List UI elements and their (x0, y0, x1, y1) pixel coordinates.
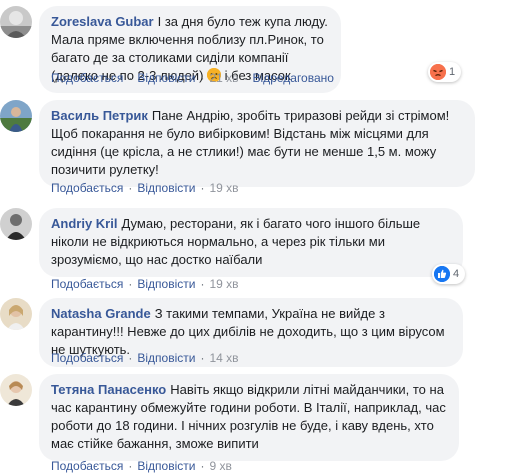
reaction-count: 4 (453, 268, 460, 280)
comment-bubble: Andriy Kril Думаю, ресторани, як і багато… (39, 208, 463, 277)
comment-author[interactable]: Zoreslava Gubar (51, 14, 154, 29)
comment-author[interactable]: Василь Петрик (51, 108, 148, 123)
comment-time[interactable]: 19 хв (209, 277, 238, 291)
like-link[interactable]: Подобається (51, 71, 123, 85)
reaction-badge[interactable]: 1 (428, 62, 462, 82)
comment-author[interactable]: Natasha Grande (51, 306, 151, 321)
comment-author[interactable]: Тетяна Панасенко (51, 382, 166, 397)
comment-actions: Подобається · Відповісти · 19 хв (51, 277, 239, 291)
like-link[interactable]: Подобається (51, 277, 123, 291)
reply-link[interactable]: Відповісти (137, 181, 195, 195)
like-link[interactable]: Подобається (51, 459, 123, 473)
comment-time[interactable]: 14 хв (209, 351, 238, 365)
comment-actions: Подобається · Відповісти · 19 хв (51, 181, 239, 195)
edited-link[interactable]: Відредаговано (253, 71, 334, 85)
like-link[interactable]: Подобається (51, 181, 123, 195)
comment-actions: Подобається · Відповісти · 21 хв · Відредагова… (51, 71, 334, 85)
like-link[interactable]: Подобається (51, 351, 123, 365)
comment-actions: Подобається · Відповісти · 14 хв (51, 351, 239, 365)
avatar[interactable] (0, 208, 32, 240)
avatar[interactable] (0, 374, 32, 406)
comment-actions: Подобається · Відповісти · 9 хв (51, 459, 232, 473)
avatar[interactable] (0, 298, 32, 330)
reply-link[interactable]: Відповісти (137, 71, 195, 85)
reply-link[interactable]: Відповісти (137, 277, 195, 291)
avatar[interactable] (0, 100, 32, 132)
comment-time[interactable]: 9 хв (209, 459, 231, 473)
reply-link[interactable]: Відповісти (137, 351, 195, 365)
comment-time[interactable]: 21 хв (209, 71, 238, 85)
reaction-count: 1 (449, 66, 456, 78)
avatar[interactable] (0, 6, 32, 38)
reaction-badge[interactable]: 4 (432, 264, 466, 284)
reply-link[interactable]: Відповісти (137, 459, 195, 473)
angry-reaction-icon (430, 64, 446, 80)
comment-bubble: Василь Петрик Пане Андрію, зробіть трираз… (39, 100, 475, 187)
comment-author[interactable]: Andriy Kril (51, 216, 117, 231)
comment-bubble: Тетяна Панасенко Навіть якщо відкрили літ… (39, 374, 459, 461)
comment-time[interactable]: 19 хв (209, 181, 238, 195)
like-reaction-icon (434, 266, 450, 282)
